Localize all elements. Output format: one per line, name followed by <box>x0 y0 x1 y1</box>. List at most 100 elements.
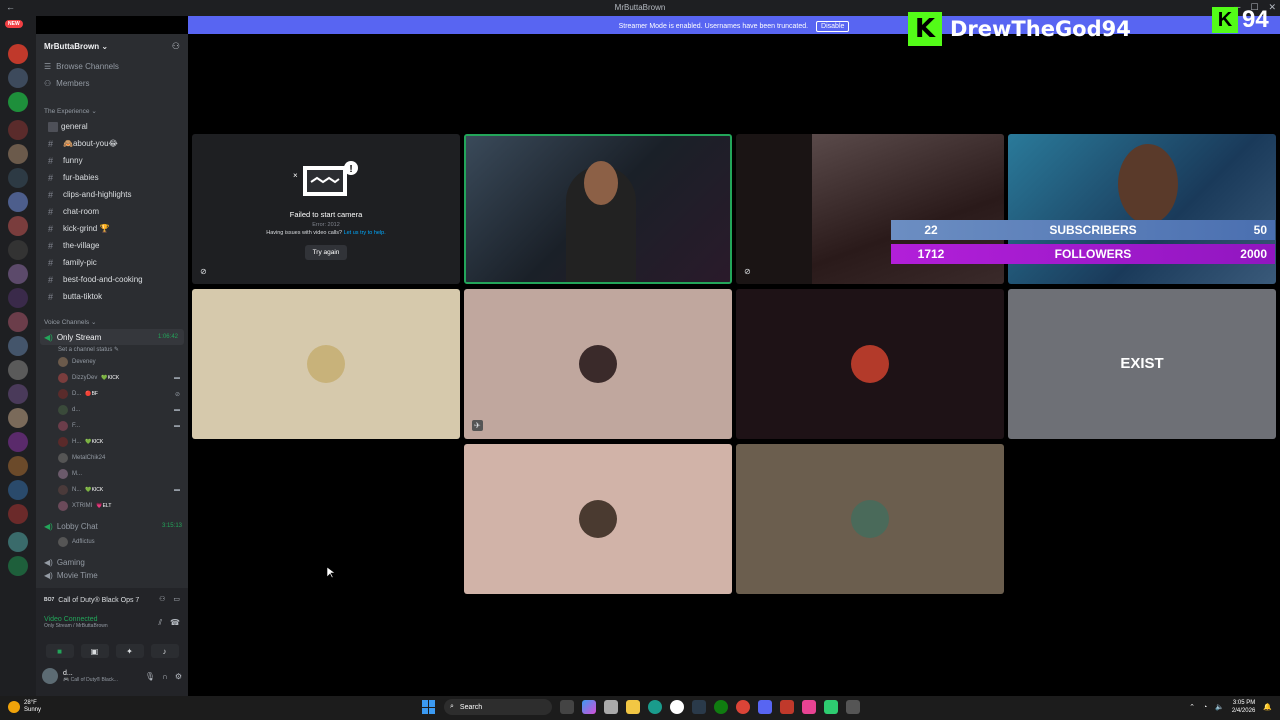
server-icon[interactable] <box>8 408 28 428</box>
mic-icon[interactable]: 🎙 <box>145 672 155 681</box>
server-icon[interactable] <box>8 556 28 576</box>
voice-member[interactable]: F... ▬ <box>36 418 188 434</box>
task-view-icon[interactable] <box>560 700 574 714</box>
add-member-icon[interactable]: ⚇ <box>172 41 180 52</box>
camera-button[interactable]: ■ <box>45 644 74 658</box>
video-tile-avatar[interactable] <box>736 444 1004 594</box>
taskbar-search[interactable]: ⌕ Search <box>444 699 552 715</box>
voice-member[interactable]: H... 💚KICK <box>36 434 188 450</box>
server-icon[interactable] <box>8 216 28 236</box>
soundboard-button[interactable]: ♪ <box>150 644 179 658</box>
server-icon[interactable] <box>8 532 28 552</box>
voice-member[interactable]: DizzyDev 💚KICK ▬ <box>36 370 188 386</box>
windows-start-icon[interactable] <box>422 700 436 714</box>
members-item[interactable]: ⚇ Members <box>36 75 188 92</box>
server-icon[interactable] <box>8 480 28 500</box>
server-icon[interactable] <box>8 432 28 452</box>
steam-icon[interactable] <box>692 700 706 714</box>
voice-member[interactable]: XTRIMI 💗ELT <box>36 498 188 514</box>
app-icon[interactable] <box>846 700 860 714</box>
server-icon[interactable] <box>8 68 28 88</box>
clock[interactable]: 3:05 PM 2/4/2026 <box>1232 699 1255 715</box>
voice-member[interactable]: M... <box>36 466 188 482</box>
voice-channel-movie-time[interactable]: ◀) Movie Time <box>36 570 188 580</box>
store-icon[interactable] <box>604 700 618 714</box>
disable-streamer-mode-button[interactable]: Disable <box>816 21 850 32</box>
category-voice-channels[interactable]: Voice Channels ⌄ <box>36 315 188 329</box>
app-icon[interactable] <box>780 700 794 714</box>
server-icon[interactable] <box>8 360 28 380</box>
channel-family-pic[interactable]: # family-pic <box>36 254 188 271</box>
server-icon[interactable] <box>8 384 28 404</box>
voice-member[interactable]: MetalChik24 <box>36 450 188 466</box>
channel-kick-grind[interactable]: # kick-grind 🏆 <box>36 220 188 237</box>
chevron-up-icon[interactable]: ⌃ <box>1189 703 1195 711</box>
video-tile-avatar[interactable]: EXIST <box>1008 289 1276 439</box>
server-icon[interactable] <box>8 168 28 188</box>
category-the-experience[interactable]: The Experience ⌄ <box>36 104 188 118</box>
notification-icon[interactable]: 🔔 <box>1263 703 1272 711</box>
noise-suppression-icon[interactable]: ⫽ <box>158 618 162 628</box>
channel-about-you[interactable]: # 🙈about-you😂 <box>36 135 188 152</box>
server-icon[interactable] <box>8 240 28 260</box>
voice-member[interactable]: D... 🔴BF ⊘ <box>36 386 188 402</box>
channel-funny[interactable]: # funny <box>36 152 188 169</box>
channel-clips-and-highlights[interactable]: # clips-and-highlights <box>36 186 188 203</box>
app-icon[interactable] <box>802 700 816 714</box>
voice-member[interactable]: Adflictus <box>36 534 188 550</box>
video-tile-camera-failed[interactable]: ! × Failed to start camera Error: 2012 H… <box>192 134 460 284</box>
server-icon[interactable] <box>8 44 28 64</box>
edge-icon[interactable] <box>648 700 662 714</box>
browse-channels-item[interactable]: ☰ Browse Channels <box>36 58 188 75</box>
voice-member[interactable]: Deveney <box>36 354 188 370</box>
weather-widget[interactable]: 28°F Sunny <box>8 700 41 714</box>
try-again-button[interactable]: Try again <box>304 245 348 260</box>
channel-general[interactable]: general <box>36 118 188 135</box>
screen-share-button[interactable]: ▣ <box>80 644 109 658</box>
server-icon[interactable] <box>8 336 28 356</box>
app-icon[interactable] <box>824 700 838 714</box>
file-explorer-icon[interactable] <box>626 700 640 714</box>
app-icon[interactable] <box>670 700 684 714</box>
help-link[interactable]: Let us try to help. <box>344 230 386 236</box>
channel-status[interactable]: Set a channel status ✎ <box>36 345 188 354</box>
voice-channel-gaming[interactable]: ◀) Gaming <box>36 554 188 570</box>
close-icon[interactable]: ✕ <box>1268 2 1276 13</box>
server-header[interactable]: MrButtaBrown ⌄ ⚇ <box>36 34 188 58</box>
channel-the-village[interactable]: # the-village <box>36 237 188 254</box>
server-icon[interactable] <box>8 504 28 524</box>
wifi-icon[interactable]: ◔ <box>1203 704 1207 711</box>
server-icon[interactable] <box>8 92 28 112</box>
video-tile-avatar[interactable] <box>736 289 1004 439</box>
share-icon[interactable]: ⚇ <box>159 595 165 603</box>
channel-butta-tiktok[interactable]: # butta-tiktok <box>36 288 188 305</box>
video-tile-avatar[interactable] <box>464 444 732 594</box>
avatar[interactable] <box>42 668 58 684</box>
headphones-icon[interactable]: ∩ <box>162 672 168 681</box>
voice-channel-lobby-chat[interactable]: ◀) Lobby Chat 3:15:13 <box>36 518 188 534</box>
server-icon[interactable] <box>8 264 28 284</box>
voice-member[interactable]: d... ▬ <box>36 402 188 418</box>
copilot-icon[interactable] <box>582 700 596 714</box>
discord-icon[interactable] <box>758 700 772 714</box>
xbox-icon[interactable] <box>714 700 728 714</box>
activities-button[interactable]: ✦ <box>115 644 144 658</box>
server-icon[interactable] <box>8 312 28 332</box>
video-tile-avatar[interactable]: ✈ <box>464 289 732 439</box>
server-icon[interactable] <box>8 144 28 164</box>
voice-member[interactable]: N... 💚KICK ▬ <box>36 482 188 498</box>
chrome-icon[interactable] <box>736 700 750 714</box>
channel-fur-babies[interactable]: # fur-babies <box>36 169 188 186</box>
server-icon[interactable] <box>8 120 28 140</box>
video-tile-speaking[interactable] <box>464 134 732 284</box>
server-icon[interactable] <box>8 456 28 476</box>
disconnect-icon[interactable]: ☎ <box>170 618 180 628</box>
screen-icon[interactable]: ▭ <box>173 595 180 603</box>
video-tile-avatar[interactable] <box>192 289 460 439</box>
server-icon[interactable] <box>8 288 28 308</box>
channel-chat-room[interactable]: # chat-room <box>36 203 188 220</box>
volume-icon[interactable]: 🔈 <box>1215 703 1224 711</box>
channel-best-food-and-cooking[interactable]: # best-food-and-cooking <box>36 271 188 288</box>
server-icon[interactable] <box>8 192 28 212</box>
voice-channel-only-stream[interactable]: ◀) Only Stream 1:06:42 <box>40 329 184 345</box>
